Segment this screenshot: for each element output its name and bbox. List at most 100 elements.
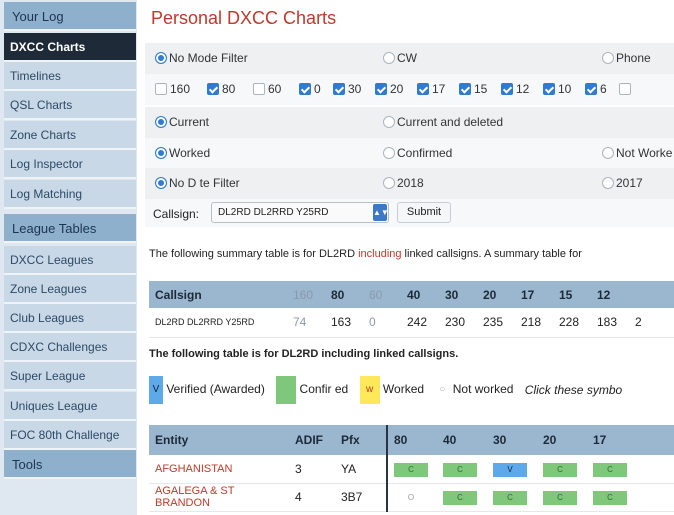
radio-icon [383, 116, 395, 128]
band-checkbox-10[interactable]: 10 [543, 74, 571, 105]
status-option-current[interactable]: Current [155, 107, 209, 138]
band-checkbox-40[interactable]: 0 [299, 74, 321, 105]
worked-option-worked[interactable]: Worked [155, 138, 210, 169]
summary-cell-extra[interactable]: 2 [629, 308, 674, 338]
confirmed-badge: C [443, 491, 477, 505]
summary-header-40: 40 [401, 281, 439, 308]
band-checkbox-6[interactable]: 6 [585, 74, 607, 105]
summary-header-30: 30 [439, 281, 477, 308]
checkbox-checked-icon [543, 83, 555, 95]
band-status-cell[interactable]: C [537, 455, 587, 484]
summary-cell-20[interactable]: 235 [477, 308, 515, 338]
date-option-2017[interactable]: 2017 [602, 168, 643, 199]
band-status-cell[interactable]: C [537, 483, 587, 512]
sidebar-item-cdxc-challenges[interactable]: CDXC Challenges [4, 333, 136, 362]
radio-selected-icon [155, 147, 167, 159]
band-checkbox-20[interactable]: 20 [375, 74, 403, 105]
summary-cell-15[interactable]: 228 [553, 308, 591, 338]
band-status-cell[interactable]: C [587, 455, 674, 484]
band-checkbox-extra[interactable] [619, 74, 634, 105]
status-option-current-and-deleted[interactable]: Current and deleted [383, 107, 503, 138]
sidebar-item-timelines[interactable]: Timelines [4, 62, 136, 91]
legend-not-worked[interactable]: ○ Not worked [435, 376, 513, 404]
worked-option-not-worked[interactable]: Not Worke [602, 138, 672, 169]
band-status-cell[interactable]: C [437, 455, 487, 484]
summary-header-60: 60 [363, 281, 401, 308]
sidebar-item-zone-leagues[interactable]: Zone Leagues [4, 275, 136, 304]
entity-pfx: YA [335, 455, 387, 484]
summary-cell-callsign[interactable]: DL2RD DL2RRD Y25RD [149, 308, 287, 338]
band-status-cell[interactable]: O [386, 483, 437, 512]
band-status-cell[interactable]: V [487, 455, 537, 484]
sidebar-item-qsl-charts[interactable]: QSL Charts [4, 91, 136, 120]
checkbox-icon [619, 83, 631, 95]
sidebar-item-dxcc-charts[interactable]: DXCC Charts [4, 33, 136, 62]
worked-option-confirmed[interactable]: Confirmed [383, 138, 452, 169]
sidebar-item-zone-charts[interactable]: Zone Charts [4, 121, 136, 150]
summary-header-row: Callsign 160 80 60 40 30 20 17 15 12 [149, 281, 674, 308]
sidebar-header-tools[interactable]: Tools [4, 450, 136, 479]
radio-selected-icon [155, 116, 167, 128]
summary-cell-160[interactable]: 74 [287, 308, 325, 338]
entity-name[interactable]: AFGHANISTAN [149, 455, 289, 484]
entity-name[interactable]: AGALEGA & ST BRANDON [149, 483, 289, 512]
band-status-cell[interactable]: C [437, 483, 487, 512]
summary-cell-60[interactable]: 0 [363, 308, 401, 338]
sidebar-item-dxcc-leagues[interactable]: DXCC Leagues [4, 246, 136, 275]
entity-header-entity[interactable]: Entity [149, 425, 289, 455]
entity-header-30[interactable]: 30 [487, 425, 537, 455]
entity-header-80[interactable]: 80 [386, 425, 437, 455]
date-option-2018[interactable]: 2018 [383, 168, 424, 199]
checkbox-icon [253, 83, 265, 95]
radio-icon [383, 52, 395, 64]
not-worked-badge: O [407, 493, 415, 502]
band-checkbox-12[interactable]: 12 [501, 74, 529, 105]
sidebar-item-log-matching[interactable]: Log Matching [4, 180, 136, 209]
checkbox-checked-icon [585, 83, 597, 95]
band-status-cell[interactable]: C [386, 455, 437, 484]
band-status-cell[interactable]: C [487, 483, 537, 512]
sidebar-item-foc-80th-challenge[interactable]: FOC 80th Challenge [4, 421, 136, 450]
sidebar-item-uniques-league[interactable]: Uniques League [4, 392, 136, 421]
mode-option-phone[interactable]: Phone [602, 43, 651, 74]
band-checkbox-15[interactable]: 15 [459, 74, 487, 105]
entity-header-17[interactable]: 17 [587, 425, 674, 455]
entity-header-20[interactable]: 20 [537, 425, 587, 455]
sidebar-header-league-tables[interactable]: League Tables [4, 214, 136, 243]
summary-header-160: 160 [287, 281, 325, 308]
sidebar-item-club-leagues[interactable]: Club Leagues [4, 304, 136, 333]
legend-verified[interactable]: V Verified (Awarded) [149, 376, 265, 404]
mode-option-none[interactable]: No Mode Filter [155, 43, 248, 74]
sidebar-item-log-inspector[interactable]: Log Inspector [4, 150, 136, 179]
legend-confirmed[interactable]: Confir ed [276, 376, 348, 404]
summary-cell-17[interactable]: 218 [515, 308, 553, 338]
band-checkbox-30[interactable]: 30 [333, 74, 361, 105]
entity-table: Entity ADIF Pfx 80 40 30 20 17 AFGHANIST… [149, 425, 674, 512]
band-checkbox-60[interactable]: 60 [253, 74, 281, 105]
entity-header-pfx[interactable]: Pfx [335, 425, 387, 455]
summary-header-20: 20 [477, 281, 515, 308]
band-filter-row: 160 80 60 0 30 20 17 15 12 10 6 [145, 74, 674, 105]
legend-worked[interactable]: w Worked [359, 376, 424, 404]
entity-adif: 4 [289, 483, 335, 512]
mode-option-cw[interactable]: CW [383, 43, 417, 74]
sidebar-header-your-log[interactable]: Your Log [4, 2, 136, 31]
band-checkbox-160[interactable]: 160 [155, 74, 190, 105]
callsign-select[interactable]: DL2RD DL2RRD Y25RD ▲▼ [211, 202, 389, 223]
summary-cell-80[interactable]: 163 [325, 308, 363, 338]
summary-cell-12[interactable]: 183 [591, 308, 629, 338]
band-checkbox-17[interactable]: 17 [417, 74, 445, 105]
band-checkbox-80[interactable]: 80 [207, 74, 235, 105]
summary-cell-30[interactable]: 230 [439, 308, 477, 338]
confirmed-badge: C [493, 491, 527, 505]
entity-header-40[interactable]: 40 [437, 425, 487, 455]
mode-filter-row: No Mode Filter CW Phone [145, 43, 674, 74]
radio-icon [383, 177, 395, 189]
date-option-none[interactable]: No D te Filter [155, 168, 240, 199]
summary-cell-40[interactable]: 242 [401, 308, 439, 338]
submit-button[interactable]: Submit [397, 202, 451, 223]
entity-header-adif[interactable]: ADIF [289, 425, 335, 455]
sidebar-item-super-league[interactable]: Super League [4, 362, 136, 391]
band-status-cell[interactable]: C [587, 483, 674, 512]
entity-adif: 3 [289, 455, 335, 484]
